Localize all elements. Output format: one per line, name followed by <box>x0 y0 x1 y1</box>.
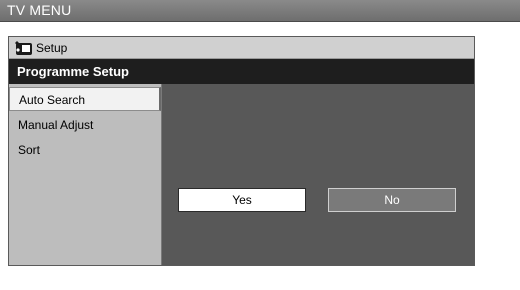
menu-item-auto-search[interactable]: Auto Search <box>9 87 161 111</box>
section-header: Programme Setup <box>9 59 474 84</box>
menu-item-sort[interactable]: Sort <box>9 138 161 162</box>
title-bar: TV MENU <box>0 0 520 22</box>
wrench-tv-icon <box>15 41 32 55</box>
no-button[interactable]: No <box>328 188 456 212</box>
yes-button[interactable]: Yes <box>178 188 306 212</box>
content-panel: Yes No <box>162 84 474 265</box>
menu-item-manual-adjust[interactable]: Manual Adjust <box>9 113 161 137</box>
setup-label: Setup <box>36 41 68 55</box>
menu-panel: Setup Programme Setup Auto Search Manual… <box>8 36 475 266</box>
sidebar-menu: Auto Search Manual Adjust Sort <box>9 84 162 265</box>
setup-header: Setup <box>9 37 474 59</box>
section-title: Programme Setup <box>17 64 129 79</box>
window-title: TV MENU <box>7 2 72 18</box>
